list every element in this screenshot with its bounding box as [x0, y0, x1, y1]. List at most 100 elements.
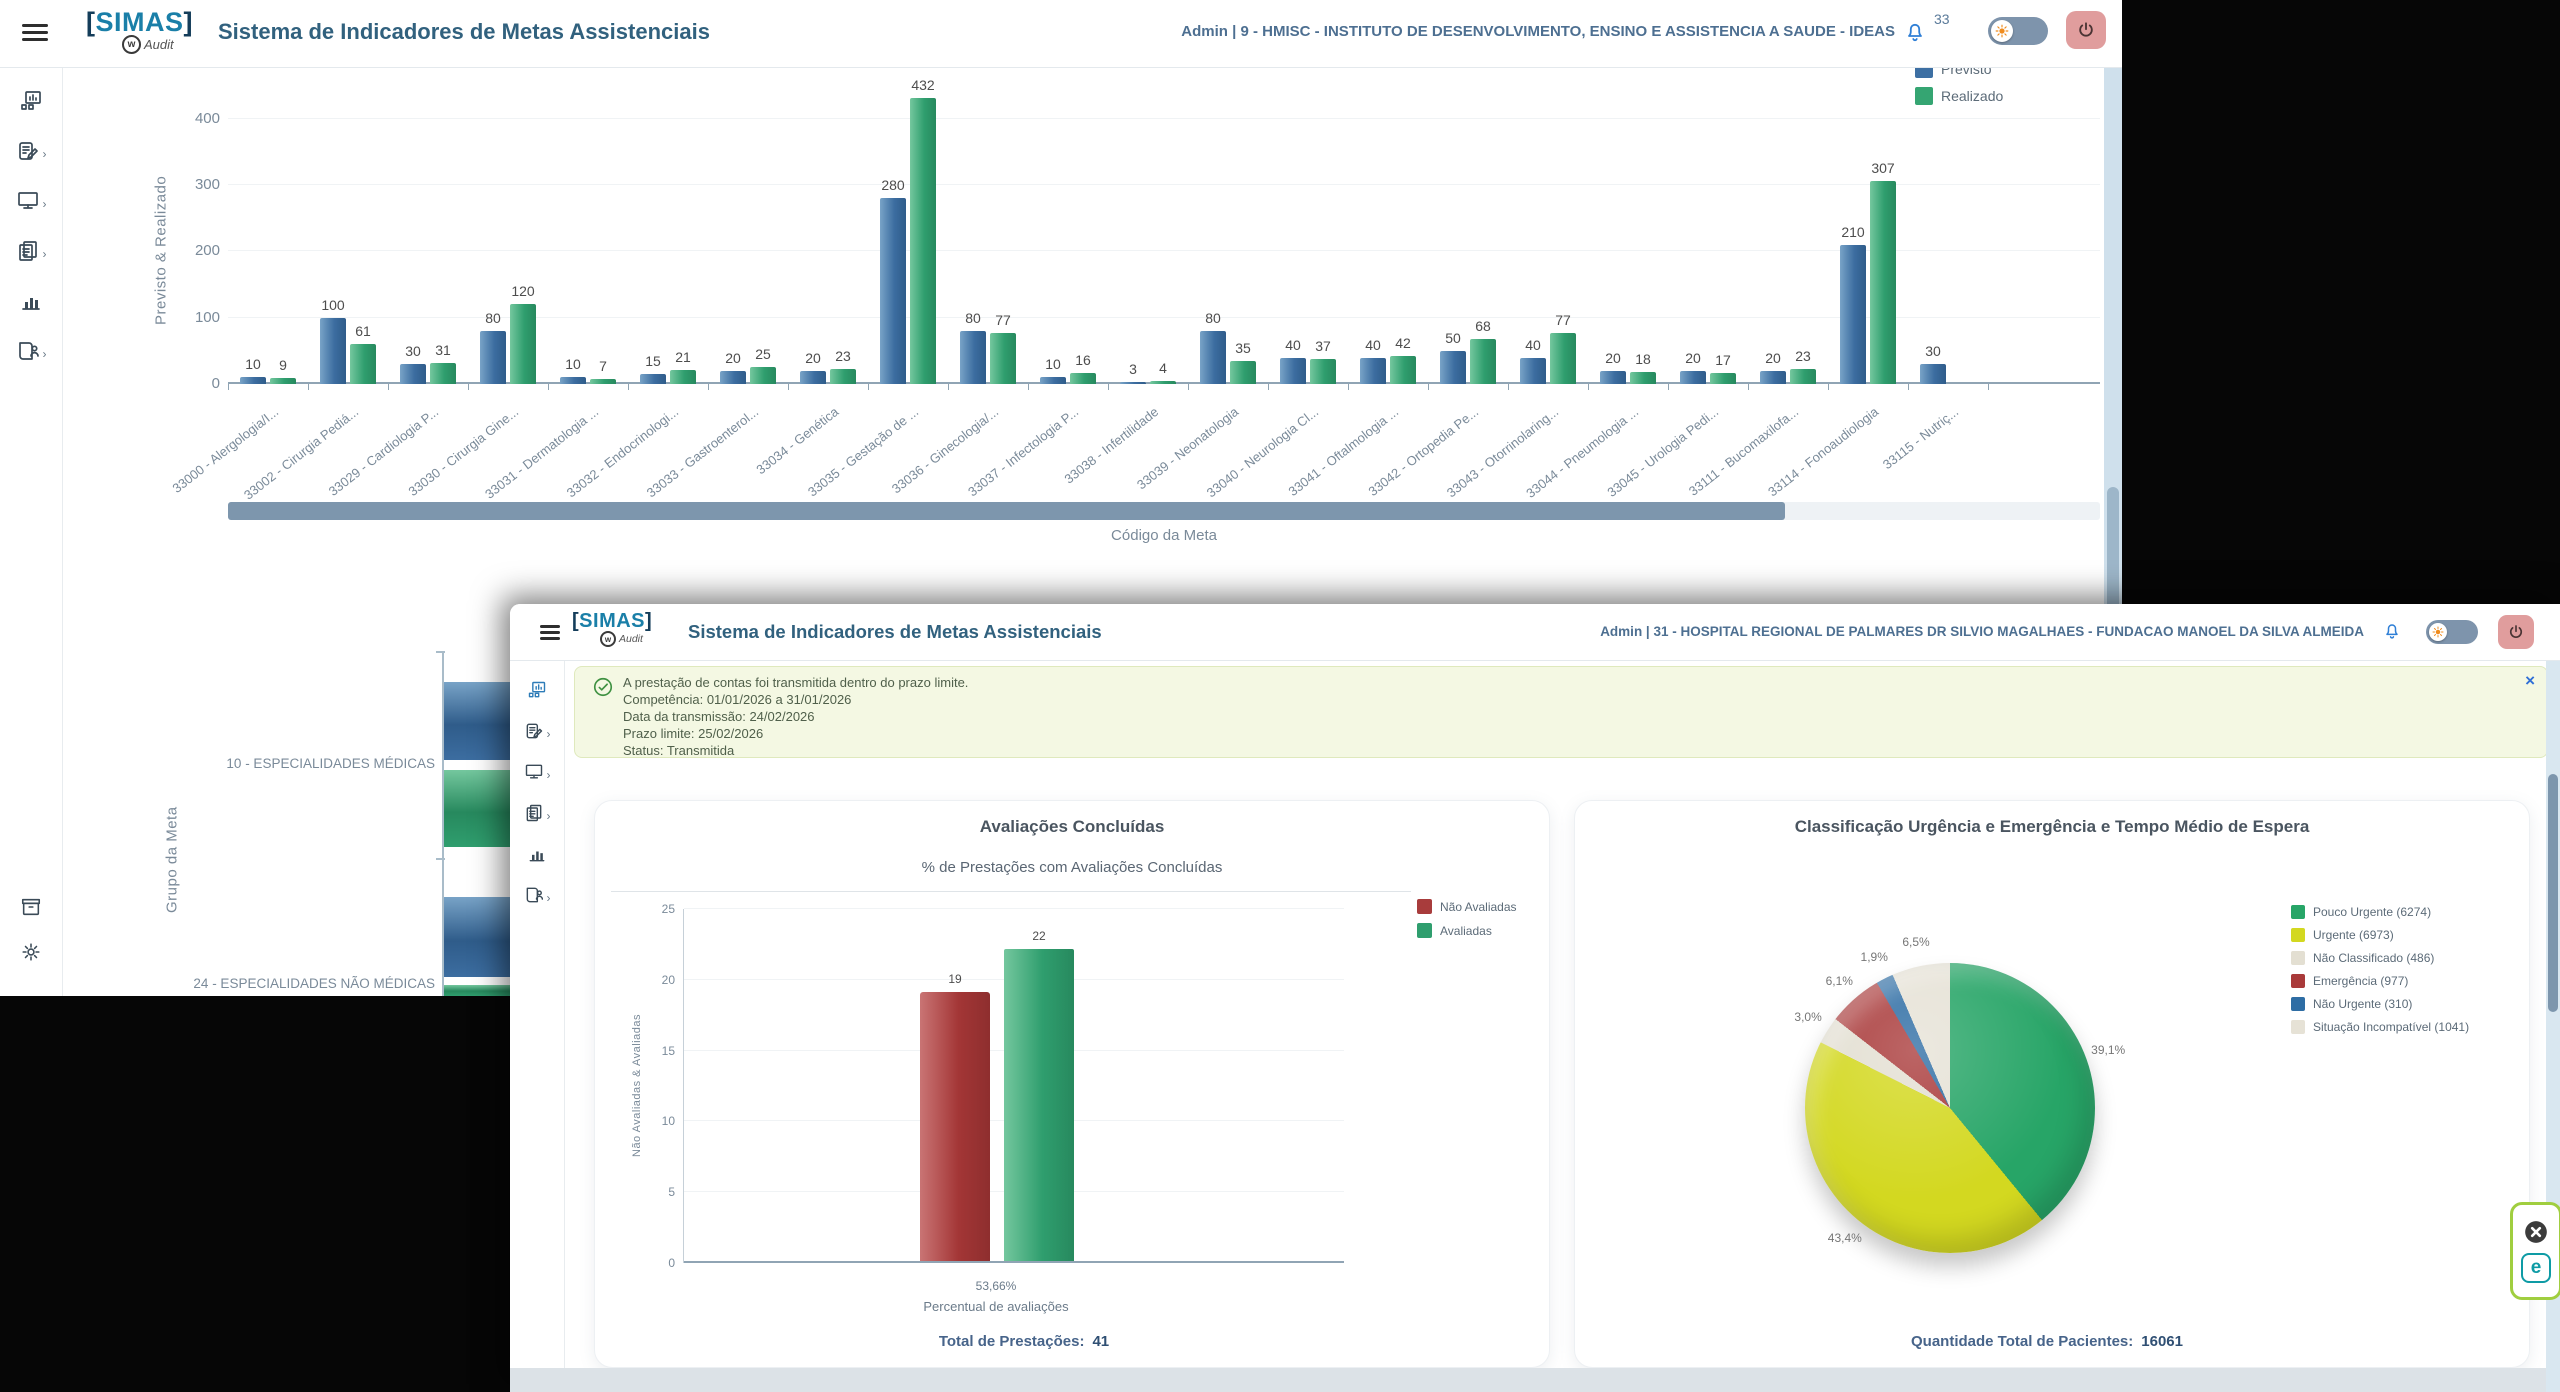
- bar-realizado: [750, 367, 776, 384]
- bar-value-label: 31: [420, 342, 466, 358]
- logo-bracket: ]: [645, 610, 652, 632]
- check-circle-icon: [592, 676, 614, 703]
- menu-icon[interactable]: [22, 24, 48, 41]
- bar-previsto: [480, 331, 506, 384]
- bar-value-label: 22: [1016, 929, 1062, 943]
- sidebar-item-bar-chart[interactable]: [527, 844, 547, 869]
- bar-realizado: [1710, 373, 1736, 384]
- chart-legend: PrevistoRealizado: [1915, 60, 2003, 114]
- notifications-bell-icon[interactable]: [1903, 19, 1927, 50]
- sidebar-item-reports[interactable]: ›: [524, 803, 551, 828]
- front-v-scrollbar-thumb[interactable]: [2548, 774, 2558, 1012]
- alert-text: A prestação de contas foi transmitida de…: [623, 674, 968, 759]
- alert-line: Competência: 01/01/2026 a 31/01/2026: [623, 691, 968, 708]
- menu-icon[interactable]: [540, 625, 560, 640]
- chart-h-scrollbar[interactable]: [228, 502, 2100, 520]
- bar-realizado: [590, 379, 616, 384]
- y-tick-label: 300: [176, 176, 220, 193]
- sun-icon: [1991, 20, 2013, 42]
- pie-percentage-label: 6,1%: [1811, 974, 1867, 988]
- legend-item: Urgente (6973): [2291, 928, 2469, 942]
- legend-item: Avaliadas: [1417, 923, 1517, 938]
- legend-label: Não Classificado (486): [2313, 951, 2434, 965]
- alert-close-button[interactable]: ×: [2525, 671, 2535, 691]
- simas-logo: [SIMAS] w Audit: [572, 610, 652, 647]
- bar-realizado: [1150, 381, 1176, 384]
- x-axis-title: Percentual de avaliações: [596, 1299, 1396, 1314]
- bar-realizado: [430, 363, 456, 384]
- bar-realizado: [510, 304, 536, 384]
- page-title: Sistema de Indicadores de Metas Assisten…: [218, 19, 710, 45]
- card-footer: Total de Prestações:41: [624, 1333, 1424, 1350]
- legend-label: Pouco Urgente (6274): [2313, 905, 2431, 919]
- bar-value-label: 120: [500, 283, 546, 299]
- bar-value-label: 37: [1300, 338, 1346, 354]
- x-axis-label: 33034 - Genética: [667, 404, 842, 545]
- sidebar-item-monitor[interactable]: ›: [16, 189, 47, 218]
- bottom-strip: [510, 1368, 2560, 1392]
- logout-power-button[interactable]: [2498, 615, 2534, 649]
- x-axis-line: [684, 1261, 1344, 1263]
- y-tick-label: 20: [641, 973, 675, 987]
- bar-realizado: [910, 98, 936, 384]
- pie-percentage-label: 3,0%: [1780, 1010, 1836, 1024]
- front-sidebar: › › › ›: [510, 660, 565, 1392]
- front-navbar: [SIMAS] w Audit Sistema de Indicadores d…: [510, 604, 2560, 661]
- sidebar-item-dashboard[interactable]: [19, 89, 43, 118]
- eset-logo-icon[interactable]: e: [2521, 1253, 2551, 1283]
- chevron-right-icon: ›: [547, 768, 551, 782]
- x-axis-labels: 33000 - Alergologia/I...33002 - Cirurgia…: [228, 390, 2100, 518]
- back-navbar: [SIMAS] w Audit Sistema de Indicadores d…: [0, 0, 2122, 68]
- sidebar-item-monitor[interactable]: ›: [524, 762, 551, 787]
- x-axis-label: 33035 - Gestação de ...: [747, 404, 922, 545]
- card-footer: Quantidade Total de Pacientes: 16061: [1647, 1333, 2447, 1350]
- archive-icon: [20, 896, 42, 923]
- x-axis-label: 33033 - Gastroenterol...: [587, 404, 762, 545]
- bar-previsto: [960, 331, 986, 384]
- bar-chart-icon: [527, 844, 547, 869]
- bar-value-label: 100: [310, 297, 356, 313]
- footer-value: 16061: [2141, 1333, 2183, 1350]
- alert-line: A prestação de contas foi transmitida de…: [623, 674, 968, 691]
- notifications-bell-icon[interactable]: [2382, 620, 2402, 647]
- sidebar-item-clipboard-edit[interactable]: ›: [16, 139, 47, 168]
- sidebar-item-bar-chart[interactable]: [19, 289, 43, 318]
- x-axis-label: 33002 - Cirurgia Pediá...: [187, 404, 362, 545]
- legend-item: Realizado: [1915, 87, 2003, 105]
- directory-icon: [524, 885, 544, 910]
- sidebar-item-settings[interactable]: [20, 941, 42, 968]
- close-icon[interactable]: [2523, 1219, 2549, 1245]
- dashboard-icon: [527, 680, 547, 705]
- bar-value-label: 16: [1060, 352, 1106, 368]
- bar-previsto: [1600, 371, 1626, 384]
- bar-value-label: 61: [340, 323, 386, 339]
- axis-tick: [436, 858, 445, 860]
- legend-swatch: [2291, 1020, 2305, 1034]
- sidebar-item-dashboard[interactable]: [527, 680, 547, 705]
- theme-toggle[interactable]: [1988, 17, 2048, 45]
- sidebar-item-directory[interactable]: ›: [524, 885, 551, 910]
- logout-power-button[interactable]: [2066, 11, 2106, 49]
- bar-realizado: [1630, 372, 1656, 384]
- bar-previsto: [560, 377, 586, 384]
- chart-h-scrollbar-thumb[interactable]: [228, 502, 1785, 520]
- x-axis-label: 33044 - Pneumologia ...: [1467, 404, 1642, 545]
- footer-label: Quantidade Total de Pacientes:: [1911, 1333, 2133, 1350]
- sidebar-item-directory[interactable]: ›: [16, 339, 47, 368]
- bar-value-label: 21: [660, 349, 706, 365]
- bar-realizado: [1470, 339, 1496, 384]
- bar-value-label: 9: [260, 357, 306, 373]
- sidebar-item-clipboard-edit[interactable]: ›: [524, 721, 551, 746]
- sidebar-item-reports[interactable]: ›: [16, 239, 47, 268]
- bar-value-label: 35: [1220, 340, 1266, 356]
- sidebar-item-archive[interactable]: [20, 896, 42, 923]
- theme-toggle[interactable]: [2426, 620, 2478, 644]
- logo-badge-icon: w: [600, 631, 616, 647]
- bar-previsto: [720, 371, 746, 384]
- bar-realizado: [1310, 359, 1336, 384]
- bar-value-label: 18: [1620, 351, 1666, 367]
- avaliacoes-bar-chart: 1922: [683, 909, 1344, 1263]
- x-axis-label: 33111 - Bucomaxilofa...: [1627, 404, 1802, 545]
- directory-icon: [16, 339, 40, 368]
- bar-previsto: [1040, 377, 1066, 384]
